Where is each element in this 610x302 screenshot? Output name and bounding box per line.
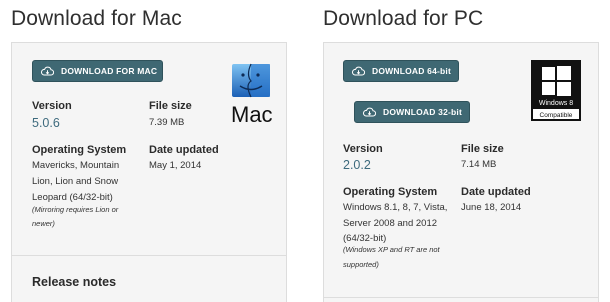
- mac-date-label: Date updated: [149, 144, 219, 156]
- mac-os-note-line-1: (Mirroring requires Lion or: [32, 205, 119, 214]
- download-64bit-button[interactable]: DOWNLOAD 64-bit: [343, 60, 459, 82]
- mac-divider: [12, 255, 286, 256]
- pc-version-value: 2.0.2: [343, 158, 371, 172]
- mac-panel: DOWNLOAD FOR MAC Mac Version 5.0.6 File …: [11, 42, 287, 302]
- download-mac-button[interactable]: DOWNLOAD FOR MAC: [32, 60, 163, 82]
- mac-os-label: Operating System: [32, 144, 127, 156]
- pc-heading: Download for PC: [323, 7, 484, 30]
- pc-os-note-line-2: supported): [343, 260, 379, 269]
- mac-filesize-label: File size: [149, 100, 192, 112]
- download-32bit-label: DOWNLOAD 32-bit: [383, 107, 463, 117]
- cloud-download-icon: [352, 66, 365, 76]
- mac-download-section: Download for Mac: [11, 0, 287, 29]
- mac-date-value: May 1, 2014: [149, 160, 202, 171]
- mac-os-line-1: Mavericks, Mountain: [32, 160, 120, 171]
- windows-8-compatible-logo: Windows 8 Compatible: [531, 60, 581, 121]
- mac-filesize-value: 7.39 MB: [149, 117, 185, 128]
- mac-version-value: 5.0.6: [32, 116, 60, 130]
- pc-os-note-line-1: (Windows XP and RT are not: [343, 245, 440, 254]
- pc-panel: DOWNLOAD 64-bit DOWNLOAD 32-bit Windows …: [323, 42, 599, 302]
- pc-os-line-1: Windows 8.1, 8, 7, Vista,: [343, 202, 448, 213]
- pc-date-label: Date updated: [461, 186, 531, 198]
- mac-os-note-line-2: newer): [32, 219, 55, 228]
- windows-icon: Windows 8 Compatible: [533, 66, 579, 119]
- mac-heading: Download for Mac: [11, 7, 182, 30]
- pc-date-value: June 18, 2014: [461, 202, 522, 213]
- download-64bit-label: DOWNLOAD 64-bit: [372, 66, 452, 76]
- download-mac-label: DOWNLOAD FOR MAC: [61, 66, 158, 76]
- pc-version-label: Version: [343, 143, 383, 155]
- mac-logo-text: Mac: [231, 102, 273, 125]
- windows-logo-line-2: Compatible: [540, 112, 573, 119]
- mac-os-line-2: Lion, Lion and Snow: [32, 176, 119, 187]
- pc-os-label: Operating System: [343, 186, 438, 198]
- mac-version-label: Version: [32, 100, 72, 112]
- mac-os-logo: Mac: [231, 63, 273, 125]
- cloud-download-icon: [363, 107, 376, 117]
- windows-logo-line-1: Windows 8: [539, 100, 573, 107]
- release-notes-link[interactable]: Release notes: [32, 275, 116, 289]
- pc-os-line-2: Server 2008 and 2012: [343, 218, 438, 229]
- pc-download-section: Download for PC: [323, 0, 599, 29]
- cloud-download-icon: [41, 66, 54, 76]
- download-32bit-button[interactable]: DOWNLOAD 32-bit: [354, 101, 470, 123]
- pc-divider: [324, 297, 598, 298]
- pc-filesize-label: File size: [461, 143, 504, 155]
- pc-filesize-value: 7.14 MB: [461, 159, 497, 170]
